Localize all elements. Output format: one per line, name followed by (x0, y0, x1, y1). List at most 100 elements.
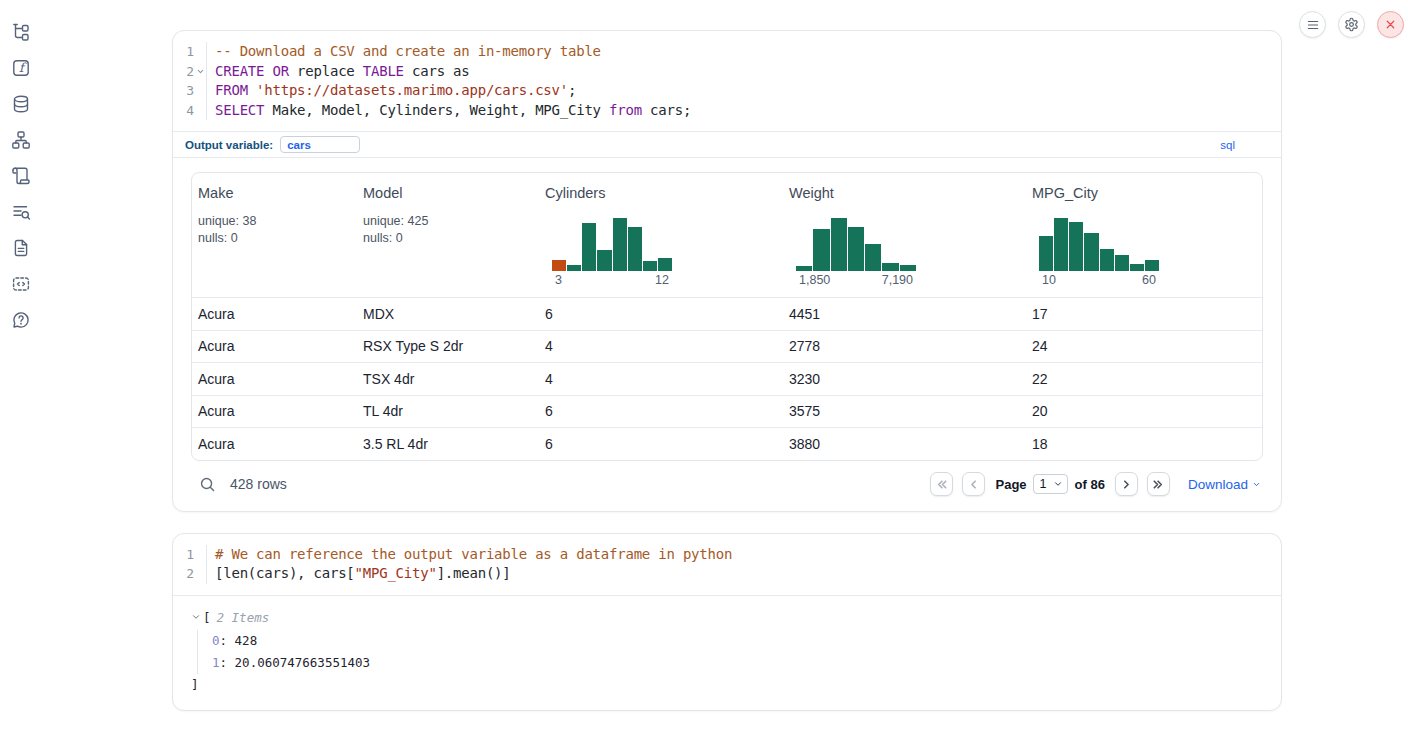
table-row[interactable]: AcuraMDX6445117 (192, 297, 1262, 330)
code-line: CREATE OR replace TABLE cars as (215, 62, 1281, 82)
histogram-bar (900, 265, 916, 271)
histogram-bar (567, 265, 581, 271)
table-cell: 20 (1026, 403, 1263, 419)
histogram-bar (613, 218, 627, 271)
close-icon (1384, 18, 1397, 31)
line-number-gutter: 12 (173, 545, 206, 584)
code-content[interactable]: # We can reference the output variable a… (206, 545, 1281, 584)
close-button[interactable] (1377, 11, 1404, 38)
table-row[interactable]: AcuraTSX 4dr4323022 (192, 362, 1262, 395)
sql-output-area: Make unique: 38nulls: 0 Model unique: 425nu… (173, 158, 1281, 511)
chevron-down-icon (1252, 480, 1261, 489)
table-footer: 428 rows Page 1 of 86 (191, 468, 1263, 501)
histogram-bar (1069, 222, 1083, 271)
column-histogram: 312 (552, 215, 672, 287)
help-icon[interactable] (11, 310, 31, 330)
menu-button[interactable] (1299, 11, 1326, 38)
page-select[interactable]: 1 (1033, 474, 1068, 494)
table-cell: 24 (1026, 338, 1263, 354)
table-cell: TL 4dr (357, 403, 539, 419)
column-title[interactable]: Model (363, 185, 533, 201)
next-page-button[interactable] (1115, 472, 1138, 496)
table-cell: Acura (192, 371, 357, 387)
notebook: 1234-- Download a CSV and create an in-m… (172, 30, 1282, 711)
column-stats: unique: 425nulls: 0 (363, 213, 533, 246)
table-cell: 3.5 RL 4dr (357, 436, 539, 452)
line-number: 4 (173, 103, 194, 118)
database-icon[interactable] (11, 94, 31, 114)
window-controls (1299, 11, 1404, 38)
row-count: 428 rows (230, 476, 287, 492)
table-cell: 6 (539, 436, 783, 452)
tree-item: 1: 20.060747663551403 (212, 652, 1263, 674)
gear-button[interactable] (1338, 11, 1365, 38)
code-line: # We can reference the output variable a… (215, 545, 1281, 565)
table-row[interactable]: AcuraRSX Type S 2dr4277824 (192, 330, 1262, 363)
function-icon[interactable]: f (11, 58, 31, 78)
previous-page-button[interactable] (962, 472, 985, 496)
table-cell: 22 (1026, 371, 1263, 387)
document-icon[interactable] (11, 238, 31, 258)
table-cell: 3230 (783, 371, 1026, 387)
histogram-bar (628, 227, 642, 271)
histogram-bar (848, 227, 864, 271)
column-title[interactable]: Weight (789, 185, 1020, 201)
tree-item-key: 0 (212, 633, 220, 648)
page-label: Page (996, 477, 1027, 492)
download-label: Download (1188, 477, 1248, 492)
line-number: 2 (173, 566, 194, 581)
histogram-min-label: 3 (555, 273, 562, 287)
code-line: -- Download a CSV and create an in-memor… (215, 42, 1281, 62)
dependency-graph-icon[interactable] (11, 130, 31, 150)
tree-item: 0: 428 (212, 630, 1263, 652)
histogram-bar (1115, 255, 1129, 271)
last-page-button[interactable] (1147, 472, 1170, 496)
tree-summary: 2 Items (217, 610, 270, 625)
svg-text:f: f (19, 60, 27, 75)
table-row[interactable]: AcuraTL 4dr6357520 (192, 395, 1262, 428)
sql-code-editor[interactable]: 1234-- Download a CSV and create an in-m… (173, 31, 1281, 131)
column-stats: unique: 38nulls: 0 (198, 213, 351, 246)
histogram-bar (1054, 218, 1068, 271)
histogram-bar (1145, 260, 1159, 271)
histogram-min-label: 1,850 (799, 273, 830, 287)
file-tree-icon[interactable] (11, 22, 31, 42)
histogram-bar (796, 266, 812, 271)
output-variable-input[interactable]: cars (280, 136, 360, 153)
scratchpad-icon[interactable] (11, 166, 31, 186)
collapse-chevron-icon[interactable] (191, 612, 201, 622)
table-cell: MDX (357, 306, 539, 322)
table-cell: Acura (192, 403, 357, 419)
search-list-icon[interactable] (11, 202, 31, 222)
histogram-bar (597, 250, 611, 271)
fold-chevron-icon[interactable] (194, 67, 206, 76)
python-code-editor[interactable]: 12# We can reference the output variable… (173, 534, 1281, 595)
column-histogram: 1,8507,190 (796, 215, 916, 287)
histogram-bar (658, 258, 672, 271)
histogram-bar (831, 218, 847, 271)
table-header: Make unique: 38nulls: 0 Model unique: 425nu… (192, 173, 1262, 297)
first-page-button[interactable] (930, 472, 953, 496)
tree-item-key: 1 (212, 655, 220, 670)
search-icon[interactable] (199, 476, 216, 493)
table-cell: Acura (192, 338, 357, 354)
table-column-header: Model unique: 425nulls: 0 (357, 173, 539, 297)
table-cell: 2778 (783, 338, 1026, 354)
snippets-icon[interactable] (11, 274, 31, 294)
column-title[interactable]: Make (198, 185, 351, 201)
table-cell: 6 (539, 403, 783, 419)
code-line: FROM 'https://datasets.marimo.app/cars.c… (215, 81, 1281, 101)
column-title[interactable]: Cylinders (545, 185, 777, 201)
table-cell: RSX Type S 2dr (357, 338, 539, 354)
table-cell: 18 (1026, 436, 1263, 452)
table-row[interactable]: Acura3.5 RL 4dr6388018 (192, 427, 1262, 460)
code-content[interactable]: -- Download a CSV and create an in-memor… (206, 42, 1281, 120)
histogram-min-label: 10 (1042, 273, 1056, 287)
line-number: 1 (173, 547, 194, 562)
histogram-bar (1100, 249, 1114, 271)
download-button[interactable]: Download (1188, 477, 1261, 492)
column-histogram: 1060 (1039, 215, 1159, 287)
close-bracket: ] (191, 677, 1263, 692)
line-number: 3 (173, 83, 194, 98)
column-title[interactable]: MPG_City (1032, 185, 1260, 201)
